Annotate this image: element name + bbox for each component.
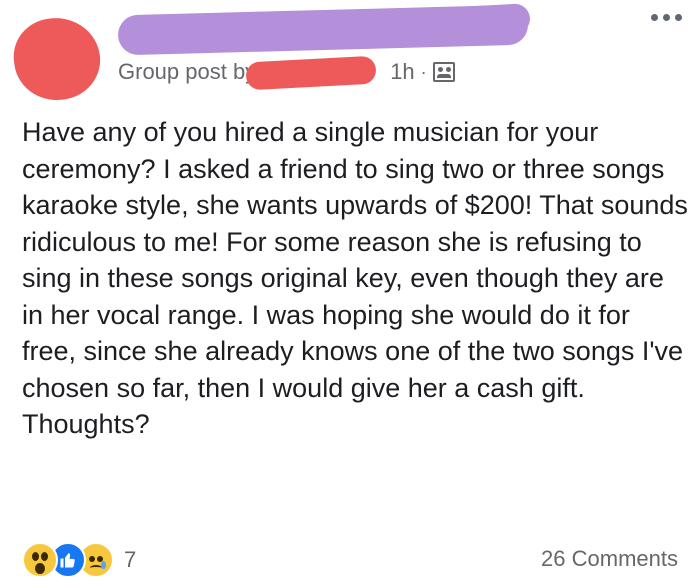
reactions-summary[interactable]: 7 — [22, 542, 136, 578]
dot — [675, 14, 682, 21]
wow-reaction-icon — [22, 542, 58, 578]
post-footer: 7 26 Comments — [0, 540, 700, 580]
group-post-card: Group post by 1h · Have any of you hired… — [0, 0, 700, 587]
post-timestamp[interactable]: 1h — [390, 59, 414, 85]
group-audience-icon — [432, 62, 455, 82]
more-dots-icon[interactable] — [651, 14, 682, 21]
reaction-count: 7 — [124, 547, 137, 572]
meta-prefix: Group post by — [118, 59, 257, 84]
dot — [663, 14, 670, 21]
comments-count-link[interactable]: 26 Comments — [541, 546, 678, 572]
author-link-redaction[interactable] — [245, 55, 377, 91]
avatar[interactable] — [9, 13, 105, 105]
dot — [651, 14, 658, 21]
post-body-text: Have any of you hired a single musician … — [22, 117, 688, 439]
meta-separator: · — [420, 61, 427, 82]
post-meta: Group post by 1h · — [118, 55, 455, 91]
author-name-redaction-tail — [419, 3, 531, 39]
